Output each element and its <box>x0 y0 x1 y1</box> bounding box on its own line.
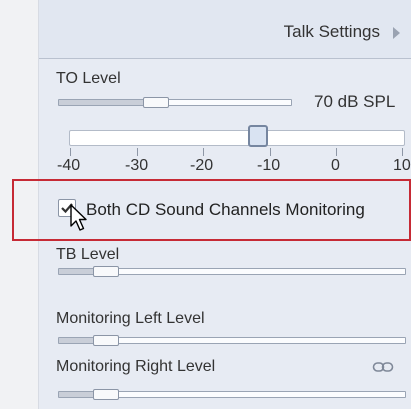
tick-label: -30 <box>125 157 149 174</box>
tick-label: 0 <box>331 157 340 174</box>
tick-mark <box>70 148 71 156</box>
panel-title: Talk Settings <box>283 22 380 41</box>
mouse-cursor-icon <box>70 204 90 237</box>
monitoring-left-slider[interactable] <box>58 335 406 346</box>
tick-mark <box>203 148 204 156</box>
to-level-fine-slider[interactable] <box>69 125 405 147</box>
to-level-slider-thumb[interactable] <box>143 97 169 108</box>
monitoring-right-label: Monitoring Right Level <box>56 358 216 375</box>
to-level-fine-slider-thumb[interactable] <box>248 125 268 147</box>
tb-level-slider-thumb[interactable] <box>93 266 119 277</box>
tick-label: -10 <box>257 157 281 174</box>
tick-mark <box>270 148 271 156</box>
tick-label: -20 <box>190 157 214 174</box>
tick-label: 10 <box>393 157 411 174</box>
link-icon[interactable] <box>372 360 394 379</box>
to-level-value: 70 dB SPL <box>314 92 396 111</box>
to-level-label: TO Level <box>56 70 121 87</box>
chevron-right-icon[interactable] <box>393 27 400 39</box>
tick-label: -40 <box>57 157 81 174</box>
tb-level-slider[interactable] <box>58 266 406 277</box>
monitoring-left-label: Monitoring Left Level <box>56 310 205 327</box>
tick-mark <box>402 148 403 156</box>
monitoring-right-slider[interactable] <box>58 389 406 400</box>
monitoring-left-slider-thumb[interactable] <box>93 335 119 346</box>
to-level-slider[interactable] <box>58 97 292 108</box>
both-cd-checkbox-label[interactable]: Both CD Sound Channels Monitoring <box>86 200 365 220</box>
tick-mark <box>336 148 337 156</box>
monitoring-right-slider-thumb[interactable] <box>93 389 119 400</box>
to-level-slider-fill <box>59 100 151 105</box>
tb-level-label: TB Level <box>56 246 120 263</box>
panel-header[interactable]: Talk Settings <box>39 0 411 59</box>
tick-mark <box>137 148 138 156</box>
